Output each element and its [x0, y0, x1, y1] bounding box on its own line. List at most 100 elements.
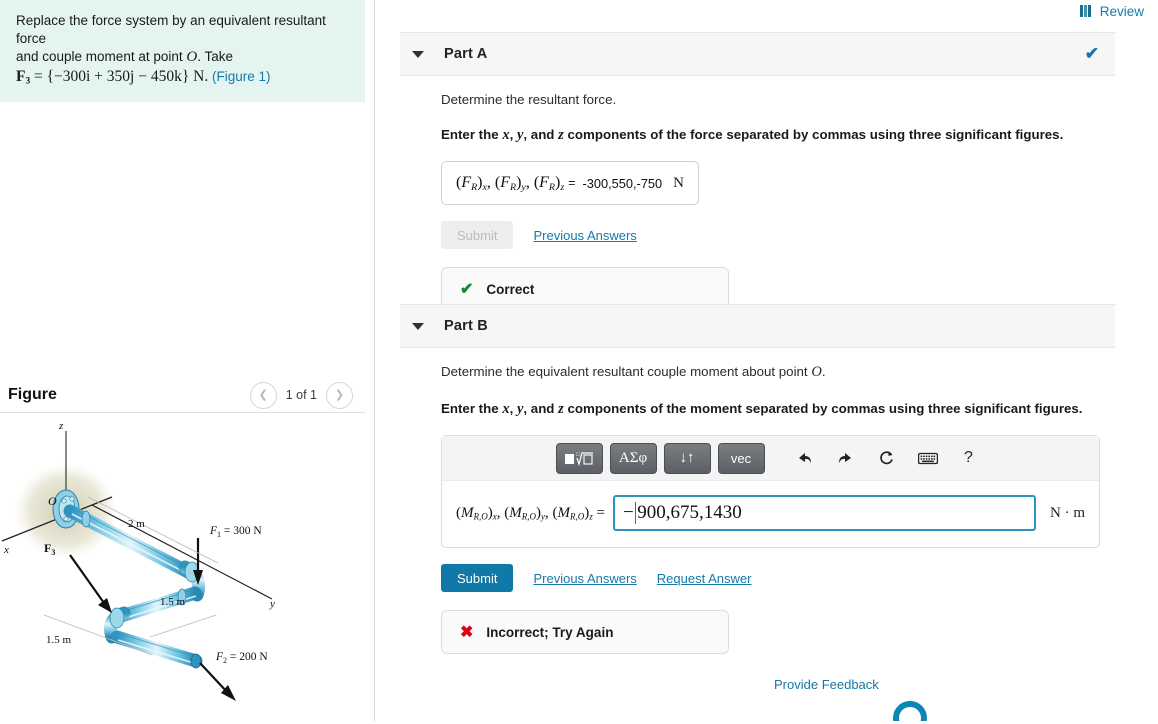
figure-link[interactable]: (Figure 1) — [212, 69, 271, 84]
undo-icon[interactable] — [791, 444, 819, 472]
figure-image[interactable]: z x y O F1 = 300 N F2 = 200 N F3 2 m 1.5… — [0, 415, 365, 721]
figure-prev-button[interactable]: ❮ — [249, 381, 277, 409]
flange-bolt-2 — [61, 498, 67, 504]
dim-label-2m: 2 m — [128, 518, 145, 530]
figure-count: 1 of 1 — [285, 388, 317, 402]
pb-prompt-point: O — [811, 364, 822, 380]
problem-line-2-tail: . Take — [197, 48, 233, 64]
provide-feedback-link[interactable]: Provide Feedback — [774, 677, 879, 692]
part-a-equals-sign: = — [568, 176, 576, 190]
part-a-previous-answers-link[interactable]: Previous Answers — [533, 228, 636, 243]
pipe-segment-3 — [110, 630, 203, 668]
part-a-status-check-icon: ✔ — [1084, 44, 1099, 63]
updown-arrows-button[interactable]: ↓↑ — [663, 442, 711, 474]
keyboard-icon[interactable] — [914, 444, 942, 472]
part-b-request-answer-link[interactable]: Request Answer — [657, 571, 752, 586]
part-b-actions: Submit Previous Answers Request Answer — [441, 564, 1115, 592]
pb-ins-post: components of the moment separated by co… — [563, 401, 1083, 416]
cross-icon: ✖ — [460, 624, 474, 641]
part-b-input-prefix: − — [622, 502, 634, 523]
part-b-label: Part B — [444, 318, 488, 334]
left-panel: Replace the force system by an equivalen… — [0, 0, 375, 721]
part-b-input-value: 900,675,1430 — [637, 502, 742, 523]
review-label: Review — [1099, 3, 1144, 19]
part-b-feedback-text: Incorrect; Try Again — [486, 624, 614, 640]
template-root-icon: □ — [565, 452, 593, 466]
axis-x-label: x — [3, 544, 9, 556]
part-b-answer-expression: (MR,O)x, (MR,O)y, (MR,O)z = — [456, 504, 605, 522]
part-b-header[interactable]: Part B — [400, 304, 1115, 348]
greek-symbols-button[interactable]: ΑΣφ — [609, 442, 657, 474]
force-f2-arrow — [199, 662, 236, 701]
svg-text:□: □ — [576, 452, 580, 458]
pipe-assembly-diagram: z x y O F1 = 300 N F2 = 200 N F3 2 m 1.5… — [1, 420, 275, 701]
force-f3-arrow — [69, 554, 112, 613]
part-a-submit-button[interactable]: Submit — [441, 221, 514, 249]
part-b-answer-unit: N · m — [1050, 504, 1085, 521]
reset-icon[interactable] — [873, 444, 901, 472]
part-b-previous-answers-link[interactable]: Previous Answers — [533, 571, 636, 586]
pa-ins-post: components of the force separated by com… — [563, 127, 1064, 142]
math-toolbar: □ ΑΣφ ↓↑ vec ? — [442, 436, 1099, 481]
part-b-body: Determine the equivalent resultant coupl… — [400, 348, 1115, 654]
part-b-prompt: Determine the equivalent resultant coupl… — [441, 364, 1115, 381]
help-icon[interactable]: ? — [955, 444, 983, 472]
axis-y-line-1 — [91, 504, 273, 600]
pearson-logo — [893, 701, 927, 721]
logo-ring — [893, 701, 927, 721]
pb-ins-m2: , and — [523, 401, 559, 416]
collapse-caret-icon[interactable] — [412, 322, 424, 330]
figure-title: Figure — [8, 386, 57, 403]
problem-statement: Replace the force system by an equivalen… — [0, 0, 365, 103]
formula-f-subscript: 3 — [25, 76, 31, 87]
formula-body: = {−300i + 350j − 450k} N. — [33, 68, 209, 86]
part-a-prompt: Determine the resultant force. — [441, 92, 617, 107]
flange-bolt-3 — [63, 516, 69, 522]
part-a-answer-expression: (FR)x, (FR)y, (FR)z — [456, 173, 565, 193]
pb-ins-x: x — [502, 401, 510, 417]
text-cursor — [634, 502, 637, 524]
part-a-header[interactable]: Part A ✔ — [400, 32, 1115, 76]
part-b-section: Part B Determine the equivalent resultan… — [400, 304, 1115, 654]
dim-line-15m-a — [149, 614, 217, 638]
template-root-button[interactable]: □ — [555, 442, 603, 474]
part-b-submit-button[interactable]: Submit — [441, 564, 514, 592]
review-link[interactable]: Review — [1079, 0, 1144, 22]
flange-bolt-1 — [69, 496, 75, 502]
figure-divider — [0, 412, 365, 413]
force-f1-label: F1 = 300 N — [209, 525, 262, 539]
axis-y-label: y — [269, 598, 275, 610]
page-root: Replace the force system by an equivalen… — [0, 0, 1158, 721]
part-b-answer-panel: □ ΑΣφ ↓↑ vec ? (MR,O)x, (MR,O)y, (MR,O)z… — [441, 435, 1100, 548]
pipe-free-end — [190, 653, 202, 669]
figure-navigation: ❮ 1 of 1 ❯ — [249, 381, 353, 409]
right-panel: Review Part A ✔ Determine the resultant … — [375, 0, 1158, 721]
pb-ins-m1: , — [509, 401, 517, 416]
dim-label-15m-b: 1.5 m — [46, 634, 72, 646]
pb-ins-pre: Enter the — [441, 401, 503, 416]
redo-icon[interactable] — [832, 444, 860, 472]
problem-formula: F3 = {−300i + 350j − 450k} N. (Figure 1) — [16, 67, 349, 88]
part-a-section: Part A ✔ Determine the resultant force. … — [400, 32, 1115, 311]
collapse-caret-icon[interactable] — [412, 50, 424, 58]
part-b-feedback: ✖ Incorrect; Try Again — [441, 610, 729, 654]
pipe-collar-1 — [81, 510, 91, 528]
page-footer: Provide Feedback Next ❯ — [774, 669, 1158, 699]
axis-z-label: z — [58, 420, 64, 432]
part-a-answer-value: -300,550,-750 — [582, 175, 663, 191]
part-b-answer-input[interactable]: −900,675,1430 — [612, 495, 1036, 531]
part-b-instruction: Enter the x, y, and z components of the … — [441, 401, 1115, 418]
part-a-answer-box[interactable]: (FR)x, (FR)y, (FR)z = -300,550,-750 N — [441, 161, 700, 205]
origin-label: O — [48, 494, 57, 508]
vector-button[interactable]: vec — [717, 442, 765, 474]
pa-ins-x: x — [502, 127, 510, 143]
problem-point-o: O — [186, 48, 198, 65]
pa-ins-m2: , and — [523, 127, 559, 142]
dim-label-15m-a: 1.5 m — [160, 596, 186, 608]
problem-line-2-text: and couple moment at point — [16, 48, 183, 64]
check-icon: ✔ — [460, 281, 474, 298]
book-icon — [1079, 5, 1093, 17]
figure-next-button[interactable]: ❯ — [326, 381, 353, 409]
pa-ins-pre: Enter the — [441, 127, 503, 142]
part-a-actions: Submit Previous Answers — [441, 221, 1115, 249]
